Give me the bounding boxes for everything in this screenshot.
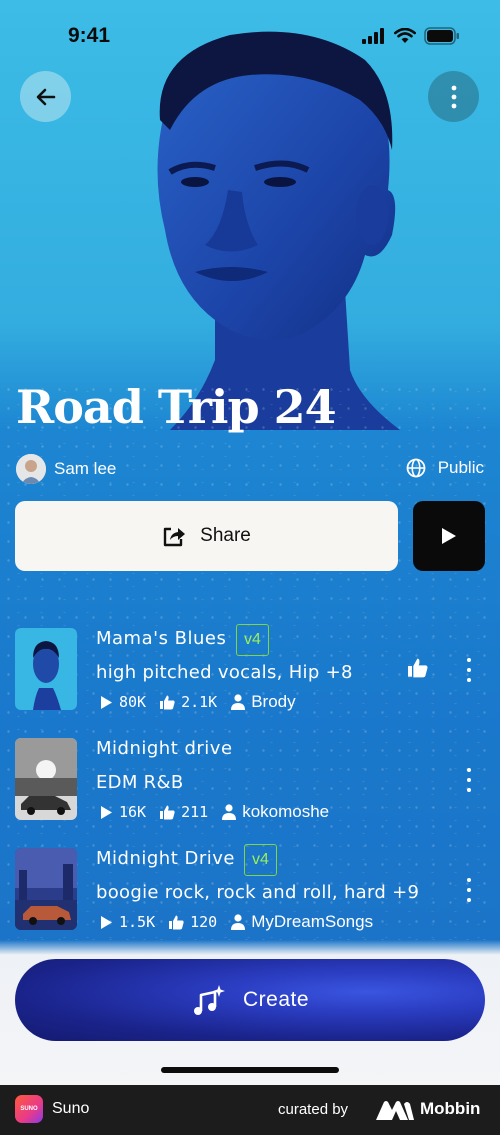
user-icon	[231, 914, 246, 930]
song-stats: 80K 2.1K Brody	[100, 692, 310, 712]
song-row[interactable]: Mama's Blues v4 high pitched vocals, Hip…	[15, 624, 485, 712]
suno-app-icon: SUNO	[15, 1095, 43, 1123]
play-all-button[interactable]	[413, 501, 485, 571]
visibility-status[interactable]: Public	[406, 458, 484, 478]
song-tags: high pitched vocals, Hip +8	[96, 662, 353, 683]
more-vertical-icon	[451, 85, 456, 108]
share-button[interactable]: Share	[15, 501, 398, 571]
song-stats: 16K 211 kokomoshe	[100, 802, 343, 822]
thumbs-up-icon	[169, 915, 184, 929]
song-title: Midnight drive	[96, 738, 233, 759]
attribution-footer: SUNO Suno curated by Mobbin	[0, 1085, 500, 1135]
song-more-button[interactable]	[461, 878, 477, 902]
song-row[interactable]: Midnight Drive v4 boogie rock, rock and …	[15, 844, 485, 932]
song-tags: boogie rock, rock and roll, hard +9	[96, 882, 420, 903]
back-arrow-icon	[36, 88, 55, 105]
song-stats: 1.5K 120 MyDreamSongs	[100, 912, 387, 932]
back-button[interactable]	[20, 71, 71, 122]
owner-avatar	[16, 454, 46, 484]
like-count: 211	[160, 803, 208, 821]
song-cover	[15, 848, 77, 930]
song-creator[interactable]: MyDreamSongs	[231, 912, 373, 932]
play-count: 80K	[100, 693, 146, 711]
like-count: 2.1K	[160, 693, 217, 711]
playlist-screen: 9:41 Road Trip 24 Sam lee Public Share M…	[0, 0, 500, 1085]
thumbs-up-icon	[160, 695, 175, 709]
app-name: Suno	[52, 1100, 90, 1117]
status-time: 9:41	[68, 24, 111, 47]
thumbs-up-icon	[408, 658, 428, 678]
song-cover	[15, 738, 77, 820]
version-badge: v4	[244, 844, 277, 876]
mobbin-brand: Mobbin	[420, 1099, 481, 1118]
home-indicator	[161, 1067, 339, 1073]
status-bar: 9:41	[0, 0, 500, 72]
like-count: 120	[169, 913, 217, 931]
cellular-signal-icon	[362, 28, 384, 44]
song-title: Midnight Drive	[96, 848, 235, 869]
owner-name: Sam lee	[54, 459, 117, 478]
song-creator[interactable]: Brody	[231, 692, 296, 712]
song-tags: EDM R&B	[96, 772, 184, 793]
visibility-label: Public	[437, 458, 484, 477]
user-icon	[222, 804, 237, 820]
mobbin-logo-icon	[376, 1101, 414, 1120]
globe-icon	[406, 458, 426, 478]
song-more-button[interactable]	[461, 768, 477, 792]
play-icon	[101, 695, 112, 709]
status-icons	[362, 27, 460, 45]
wifi-icon	[394, 28, 416, 43]
song-creator[interactable]: kokomoshe	[222, 802, 329, 822]
play-icon	[101, 805, 112, 819]
share-icon	[163, 527, 186, 547]
share-label: Share	[200, 525, 251, 546]
create-button[interactable]: Create	[15, 959, 485, 1041]
create-label: Create	[242, 988, 310, 1011]
song-title: Mama's Blues	[96, 628, 227, 649]
version-badge: v4	[236, 624, 269, 656]
playlist-owner[interactable]: Sam lee	[16, 454, 116, 484]
play-count: 1.5K	[100, 913, 155, 931]
play-count: 16K	[100, 803, 146, 821]
music-sparkle-icon	[193, 985, 225, 1015]
curated-by-label: curated by	[278, 1101, 349, 1118]
battery-icon	[424, 27, 459, 45]
song-more-button[interactable]	[461, 658, 477, 682]
song-cover	[15, 628, 77, 710]
song-row[interactable]: Midnight drive EDM R&B 16K 211 kokomoshe	[15, 738, 485, 822]
more-options-button[interactable]	[428, 71, 479, 122]
play-icon	[101, 915, 112, 929]
user-icon	[231, 694, 246, 710]
play-icon	[442, 528, 456, 544]
thumbs-up-icon	[160, 805, 175, 819]
like-button[interactable]	[407, 658, 429, 682]
playlist-title: Road Trip 24	[16, 380, 337, 434]
